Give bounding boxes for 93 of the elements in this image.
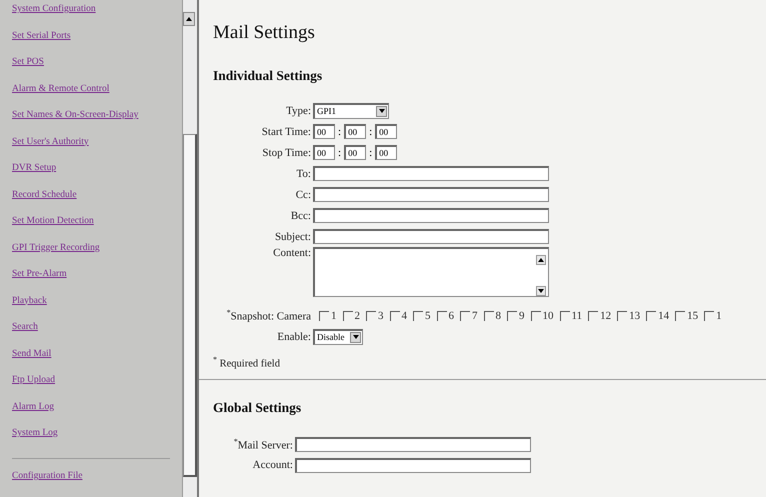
camera-checkbox[interactable]: [617, 310, 628, 320]
camera-checkbox[interactable]: [560, 310, 570, 320]
field-label: Enable:: [276, 330, 312, 342]
sidebar-link[interactable]: Alarm & Remote Control: [12, 82, 110, 96]
time-field[interactable]: 00: [344, 145, 366, 160]
time-separator: :: [369, 126, 372, 138]
sidebar-link[interactable]: Configuration File: [12, 469, 82, 483]
camera-checkbox[interactable]: [588, 310, 598, 320]
field-label: Cc:: [294, 188, 312, 200]
input-field[interactable]: [313, 166, 549, 181]
camera-label: 2: [354, 310, 360, 322]
camera-label: 5: [425, 310, 430, 322]
field-label: Content:: [272, 247, 312, 259]
sidebar-link[interactable]: System Configuration: [12, 2, 96, 16]
up-arrow-icon: [186, 17, 192, 21]
input-field[interactable]: [295, 436, 531, 452]
camera-checkbox[interactable]: [675, 310, 686, 320]
time-field[interactable]: 00: [375, 124, 398, 139]
sidebar-link[interactable]: Set Motion Detection: [12, 214, 94, 228]
camera-checkbox[interactable]: [413, 310, 423, 320]
camera-label: 8: [496, 310, 501, 322]
section-heading: Individual Settings: [213, 68, 324, 84]
camera-label: 9: [519, 310, 524, 322]
camera-checkbox[interactable]: [342, 310, 352, 320]
camera-checkbox[interactable]: [704, 310, 714, 320]
sidebar-link[interactable]: Set Pre-Alarm: [12, 267, 67, 281]
sidebar-link[interactable]: Send Mail: [12, 346, 52, 360]
camera-label: 1: [331, 310, 336, 322]
camera-label: 13: [629, 310, 640, 322]
required-note: $^{*}$ Required field: [213, 355, 281, 370]
time-separator: :: [369, 146, 372, 158]
section-heading: Global Settings: [213, 400, 302, 416]
caret-icon: [378, 109, 384, 113]
time-field[interactable]: 00: [375, 145, 398, 160]
page-title: Mail Settings: [213, 22, 316, 44]
camera-label: 12: [600, 310, 612, 322]
scroll-up-button[interactable]: [183, 12, 195, 26]
time-field[interactable]: 00: [344, 124, 366, 139]
sidebar-link[interactable]: Set Names & On-Screen-Display: [12, 108, 138, 122]
scroll-thumb[interactable]: [183, 134, 197, 477]
sidebar-link[interactable]: Set User's Authority: [12, 134, 89, 148]
up-arrow-icon: [538, 258, 544, 262]
camera-label: 1: [716, 310, 722, 322]
camera-label: 7: [472, 310, 478, 322]
sidebar-link[interactable]: Playback: [12, 294, 47, 308]
input-field[interactable]: [313, 187, 549, 202]
camera-checkbox[interactable]: [390, 310, 400, 320]
input-field[interactable]: [313, 208, 549, 223]
sidebar-link[interactable]: Record Schedule: [12, 188, 77, 202]
content-textarea[interactable]: [313, 247, 549, 297]
field-label: To:: [295, 168, 312, 180]
camera-label: 14: [658, 310, 670, 322]
field-label: $^{*}$Snapshot: Camera: [226, 308, 312, 323]
camera-label: 6: [448, 310, 454, 322]
sidebar-link[interactable]: GPI Trigger Recording: [12, 240, 100, 254]
camera-label: 15: [687, 310, 698, 322]
camera-checkbox[interactable]: [436, 310, 446, 320]
field-label: Subject:: [274, 230, 312, 242]
camera-label: 10: [542, 310, 554, 322]
sidebar-link[interactable]: Alarm Log: [12, 400, 54, 414]
camera-checkbox[interactable]: [646, 310, 656, 320]
time-field[interactable]: 00: [313, 145, 335, 160]
camera-checkbox[interactable]: [460, 310, 470, 320]
down-arrow-icon: [538, 289, 544, 293]
input-field[interactable]: [295, 458, 531, 472]
caret-icon: [352, 335, 358, 339]
sidebar-link[interactable]: Set Serial Ports: [12, 28, 71, 42]
camera-label: 4: [402, 310, 407, 322]
camera-checkbox[interactable]: [484, 310, 494, 320]
type-dropdown[interactable]: GPI1: [313, 102, 389, 118]
enable-dropdown[interactable]: Disable: [313, 328, 363, 344]
time-field[interactable]: 00: [313, 124, 335, 139]
time-separator: :: [338, 126, 342, 138]
scrollbar[interactable]: [182, 0, 199, 497]
field-label: Stop Time:: [261, 146, 312, 158]
camera-checkbox[interactable]: [530, 310, 540, 320]
camera-label: 3: [378, 310, 384, 322]
camera-label: 11: [572, 310, 582, 322]
input-field[interactable]: [313, 229, 549, 244]
sidebar-link[interactable]: Search: [12, 320, 38, 334]
camera-checkbox[interactable]: [507, 310, 517, 320]
field-label: $^{*}$Mail Server:: [232, 436, 294, 452]
sidebar-link[interactable]: Ftp Upload: [12, 373, 56, 387]
camera-checkbox[interactable]: [319, 310, 329, 320]
sidebar-link[interactable]: System Log: [12, 426, 58, 440]
time-separator: :: [338, 146, 342, 158]
camera-checkbox[interactable]: [366, 310, 376, 320]
field-label: Type:: [285, 104, 312, 116]
field-label: Start Time:: [260, 126, 312, 138]
sidebar-link[interactable]: DVR Setup: [12, 161, 56, 175]
sidebar-link[interactable]: Set POS: [12, 55, 44, 69]
field-label: Bcc:: [290, 210, 312, 222]
field-label: Account:: [252, 459, 294, 471]
